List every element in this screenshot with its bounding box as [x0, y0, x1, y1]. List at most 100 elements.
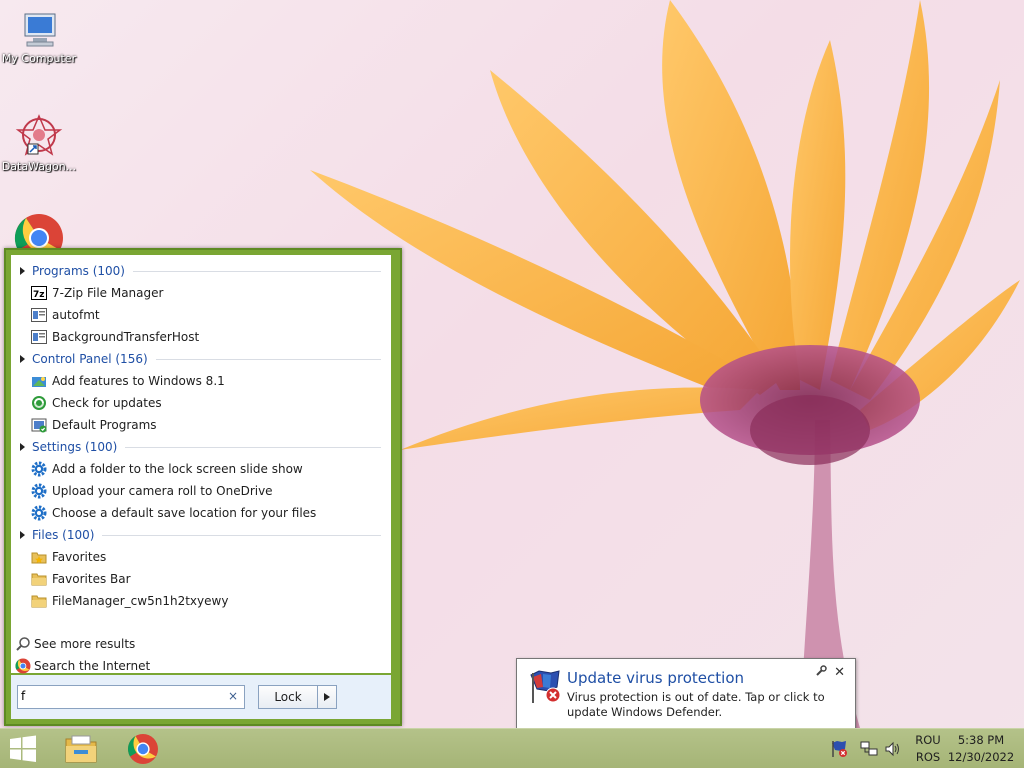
result-label: Default Programs [52, 418, 157, 432]
clock-date: 12/30/2022 [947, 750, 1015, 764]
start-search-menu: Programs (100) 7z 7-Zip File Manager aut… [4, 248, 402, 726]
result-item-backgroundtransferhost[interactable]: BackgroundTransferHost [31, 326, 383, 348]
group-header-control-panel[interactable]: Control Panel (156) [11, 348, 391, 370]
tray-clock[interactable]: 5:38 PM 12/30/2022 [948, 729, 1014, 768]
power-options-arrow-button[interactable] [317, 685, 337, 709]
folder-icon [31, 593, 47, 609]
defender-warning-icon [530, 670, 561, 703]
group-label: Programs (100) [32, 264, 125, 278]
result-label: Favorites Bar [52, 572, 131, 586]
tray-defender-button[interactable] [828, 729, 852, 768]
group-header-files[interactable]: Files (100) [11, 524, 391, 546]
notification-close-button[interactable]: ✕ [834, 665, 845, 680]
group-label: Files (100) [32, 528, 95, 542]
application-icon [31, 307, 47, 323]
desktop-icon-my-computer[interactable]: My Computer [0, 8, 78, 65]
result-label: FileManager_cw5n1h2txyewy [52, 594, 229, 608]
gear-icon [31, 483, 47, 499]
windows-logo-icon [10, 735, 36, 762]
notification-title: Update virus protection [567, 669, 745, 687]
result-label: Add features to Windows 8.1 [52, 374, 225, 388]
magnifier-icon [15, 636, 31, 652]
default-programs-icon [31, 417, 47, 433]
result-item-lock-screen-slideshow[interactable]: Add a folder to the lock screen slide sh… [31, 458, 383, 480]
result-item-camera-roll-onedrive[interactable]: Upload your camera roll to OneDrive [31, 480, 383, 502]
result-label: BackgroundTransferHost [52, 330, 200, 344]
datawagon-label: DataWagon... [1, 160, 77, 173]
see-more-label: See more results [34, 637, 136, 651]
expand-arrow-icon [20, 443, 25, 451]
search-box[interactable]: × [17, 685, 245, 709]
tray-language-indicator[interactable]: ROU ROS [908, 729, 948, 768]
result-item-check-for-updates[interactable]: Check for updates [31, 392, 383, 414]
chrome-icon [15, 658, 31, 674]
lock-button[interactable]: Lock [258, 685, 318, 709]
result-item-filemanager[interactable]: FileManager_cw5n1h2txyewy [31, 590, 383, 612]
file-explorer-icon [65, 735, 97, 763]
gear-icon [31, 461, 47, 477]
notification-balloon[interactable]: Update virus protection Virus protection… [516, 658, 856, 741]
result-label: 7-Zip File Manager [52, 286, 164, 300]
start-button[interactable] [0, 731, 46, 767]
result-item-favorites-bar[interactable]: Favorites Bar [31, 568, 383, 590]
divider [102, 534, 381, 536]
search-internet-label: Search the Internet [34, 659, 151, 673]
clock-time: 5:38 PM [957, 733, 1005, 747]
clear-search-button[interactable]: × [228, 689, 238, 703]
result-label: Upload your camera roll to OneDrive [52, 484, 273, 498]
search-internet-link[interactable]: Search the Internet [15, 655, 150, 677]
my-computer-label: My Computer [1, 52, 77, 65]
computer-icon [24, 13, 56, 47]
taskbar: ROU ROS 5:38 PM 12/30/2022 [0, 728, 1024, 768]
gear-icon [31, 505, 47, 521]
desktop-icon-chrome[interactable] [0, 212, 78, 252]
network-icon [860, 741, 878, 756]
result-item-7zip[interactable]: 7z 7-Zip File Manager [31, 282, 383, 304]
search-bar-area: × Lock [11, 675, 391, 719]
divider [132, 270, 381, 272]
windows-update-icon [31, 395, 47, 411]
result-item-default-save-location[interactable]: Choose a default save location for your … [31, 502, 383, 524]
group-header-settings[interactable]: Settings (100) [11, 436, 391, 458]
result-label: Add a folder to the lock screen slide sh… [52, 462, 303, 476]
file-explorer-taskbar-button[interactable] [58, 731, 104, 767]
favorites-folder-icon [31, 549, 47, 565]
datawagon-icon [15, 114, 63, 156]
result-label: Choose a default save location for your … [52, 506, 317, 520]
language-code: ROU [915, 733, 941, 747]
group-label: Control Panel (156) [32, 352, 148, 366]
expand-arrow-icon [20, 531, 25, 539]
search-input[interactable] [21, 688, 217, 704]
chrome-taskbar-button[interactable] [120, 731, 166, 767]
application-icon [31, 329, 47, 345]
7zip-icon: 7z [31, 285, 47, 301]
speaker-icon [885, 741, 899, 757]
group-header-programs[interactable]: Programs (100) [11, 260, 391, 282]
divider [155, 358, 381, 360]
defender-alert-icon [832, 741, 847, 757]
folder-icon [31, 571, 47, 587]
divider [125, 446, 381, 448]
search-results-panel: Programs (100) 7z 7-Zip File Manager aut… [11, 255, 391, 674]
wrench-icon[interactable] [815, 665, 827, 677]
result-item-default-programs[interactable]: Default Programs [31, 414, 383, 436]
group-label: Settings (100) [32, 440, 118, 454]
result-item-autofmt[interactable]: autofmt [31, 304, 383, 326]
desktop-icon-datawagon[interactable]: DataWagon... [0, 110, 78, 173]
result-item-favorites[interactable]: Favorites [31, 546, 383, 568]
tray-volume-button[interactable] [882, 729, 904, 768]
add-features-icon [31, 373, 47, 389]
result-label: autofmt [52, 308, 100, 322]
result-item-add-features[interactable]: Add features to Windows 8.1 [31, 370, 383, 392]
result-label: Check for updates [52, 396, 162, 410]
svg-text:7z: 7z [33, 290, 45, 300]
chevron-right-icon [324, 693, 330, 701]
chrome-icon [127, 734, 158, 764]
notification-body: Virus protection is out of date. Tap or … [567, 690, 825, 719]
expand-arrow-icon [20, 267, 25, 275]
chrome-icon [14, 214, 63, 252]
result-label: Favorites [52, 550, 107, 564]
expand-arrow-icon [20, 355, 25, 363]
tray-network-button[interactable] [858, 729, 880, 768]
see-more-results-link[interactable]: See more results [15, 633, 135, 655]
